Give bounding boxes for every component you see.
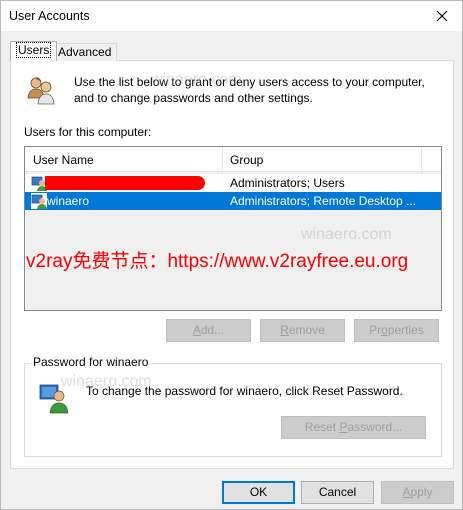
table-row[interactable]: Administrators; Users <box>25 174 441 192</box>
tab-users[interactable]: Users <box>10 41 58 61</box>
properties-button[interactable]: Properties <box>354 319 439 342</box>
column-header-user-name[interactable]: User Name <box>33 153 94 167</box>
intro-text: Use the list below to grant or deny user… <box>74 75 425 105</box>
user-accounts-window: User Accounts Users Advanced Use the lis… <box>0 0 463 510</box>
user-group-cell: Administrators; Users <box>230 176 345 190</box>
redaction-mark <box>45 176 205 190</box>
tab-advanced-label: Advanced <box>58 45 112 59</box>
user-name: winaero <box>47 194 90 208</box>
user-name-cell <box>25 174 222 192</box>
password-group-title: Password for winaero <box>30 355 152 369</box>
users-list-label: Users for this computer: <box>24 125 152 139</box>
title-bar: User Accounts <box>1 1 462 31</box>
window-title: User Accounts <box>9 9 90 23</box>
watermark-text: v2ray免费节点：https://www.v2rayfree.eu.org <box>26 251 409 272</box>
cancel-button[interactable]: Cancel <box>301 481 374 504</box>
user-group-cell: Administrators; Remote Desktop ... <box>222 192 441 210</box>
faint-watermark: winaero.com <box>151 71 242 88</box>
close-button[interactable] <box>421 1 462 31</box>
user-name-cell: winaero <box>25 192 222 210</box>
users-group-icon <box>27 77 55 105</box>
faint-watermark: winaero.com <box>301 226 392 243</box>
ok-button[interactable]: OK <box>222 481 295 504</box>
listview-header: User Name Group <box>25 147 441 172</box>
user-icon <box>31 193 47 209</box>
tab-users-label: Users <box>16 42 52 58</box>
reset-password-button[interactable]: Reset Password... <box>281 416 426 439</box>
add-button[interactable]: Add... <box>166 319 251 342</box>
close-icon <box>436 10 447 22</box>
tab-advanced[interactable]: Advanced <box>52 43 118 61</box>
table-row-selected[interactable]: winaero Administrators; Remote Desktop .… <box>25 192 441 210</box>
column-separator[interactable] <box>222 147 223 171</box>
faint-watermark: winaero.com <box>61 373 152 390</box>
column-header-group[interactable]: Group <box>230 153 263 167</box>
remove-button[interactable]: Remove <box>260 319 345 342</box>
apply-button[interactable]: Apply <box>381 481 454 504</box>
column-separator[interactable] <box>421 147 422 171</box>
